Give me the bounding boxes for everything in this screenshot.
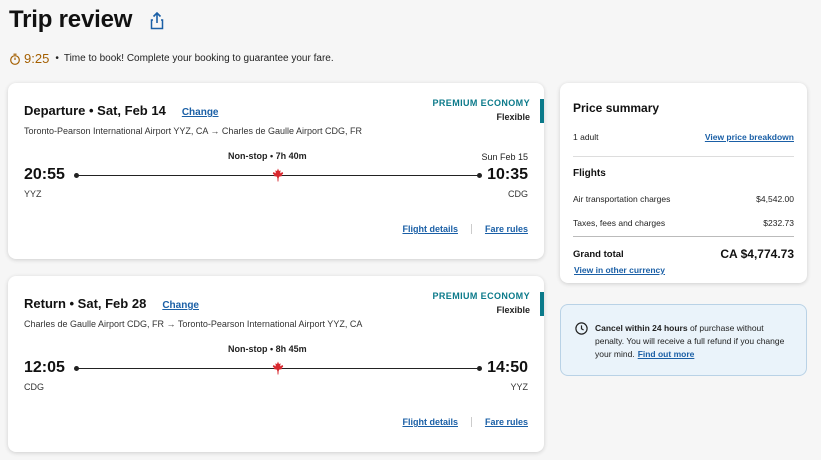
departure-change-link[interactable]: Change	[182, 107, 219, 118]
return-change-link[interactable]: Change	[162, 300, 199, 311]
taxes-label: Taxes, fees and charges	[573, 218, 666, 228]
cancellation-notice: Cancel within 24 hours of purchase witho…	[560, 304, 807, 376]
air-charges-label: Air transportation charges	[573, 194, 671, 204]
passenger-count: 1 adult	[573, 132, 599, 142]
departure-flight-details-link[interactable]: Flight details	[402, 224, 458, 234]
timer-bullet: •	[55, 53, 59, 64]
grand-total-label: Grand total	[573, 249, 624, 260]
cabin-class: PREMIUM ECONOMY	[432, 291, 530, 301]
return-links: Flight details Fare rules	[402, 417, 528, 427]
departure-arr-code: CDG	[508, 189, 528, 199]
return-fare-rules-link[interactable]: Fare rules	[485, 417, 528, 427]
grand-total-value: CA $4,774.73	[720, 247, 794, 261]
passengers-row: 1 adult View price breakdown	[573, 132, 794, 142]
taxes-value: $232.73	[763, 218, 794, 228]
air-charges-row: Air transportation charges $4,542.00	[573, 194, 794, 204]
cabin-class: PREMIUM ECONOMY	[432, 98, 530, 108]
find-out-more-link[interactable]: Find out more	[638, 349, 695, 359]
return-stops-duration: Non-stop • 8h 45m	[228, 344, 307, 354]
return-dep-time: 12:05	[24, 359, 65, 376]
return-arr-time: 14:50	[487, 359, 528, 376]
return-arr-code: YYZ	[510, 382, 528, 392]
taxes-row: Taxes, fees and charges $232.73	[573, 218, 794, 228]
return-flight-details-link[interactable]: Flight details	[402, 417, 458, 427]
departure-title: Departure • Sat, Feb 14	[24, 103, 166, 118]
cancellation-text: Cancel within 24 hours of purchase witho…	[595, 322, 795, 361]
return-route: Charles de Gaulle Airport CDG, FR → Toro…	[24, 319, 363, 329]
departure-links: Flight details Fare rules	[402, 224, 528, 234]
cabin-accent-bar	[540, 292, 544, 316]
maple-leaf-icon	[272, 168, 284, 182]
air-charges-value: $4,542.00	[756, 194, 794, 204]
divider	[573, 156, 794, 157]
cancel-bold-text: Cancel within 24 hours	[595, 323, 688, 333]
departure-route: Toronto-Pearson International Airport YY…	[24, 126, 362, 136]
departure-flight-card: Departure • Sat, Feb 14 Change Toronto-P…	[8, 83, 544, 259]
page-title: Trip review	[9, 6, 133, 33]
departure-arr-time: 10:35	[487, 166, 528, 183]
timeline-end-dot	[477, 173, 482, 178]
fare-type: Flexible	[496, 112, 530, 122]
timer-message: Time to book! Complete your booking to g…	[63, 53, 334, 64]
view-other-currency-link[interactable]: View in other currency	[574, 265, 665, 275]
divider	[573, 236, 794, 237]
return-dep-code: CDG	[24, 382, 44, 392]
return-flight-card: Return • Sat, Feb 28 Change Charles de G…	[8, 276, 544, 452]
maple-leaf-icon	[272, 361, 284, 375]
booking-timer: 9:25 • Time to book! Complete your booki…	[9, 51, 334, 66]
timeline-end-dot	[477, 366, 482, 371]
return-title: Return • Sat, Feb 28	[24, 296, 147, 311]
fare-type: Flexible	[496, 305, 530, 315]
price-summary-title: Price summary	[573, 101, 660, 115]
departure-cabin: PREMIUM ECONOMY Flexible	[432, 98, 530, 122]
departure-arrival-date: Sun Feb 15	[481, 152, 528, 162]
timeline-start-dot	[74, 173, 79, 178]
departure-dep-time: 20:55	[24, 166, 65, 183]
view-price-breakdown-link[interactable]: View price breakdown	[705, 132, 794, 142]
stopwatch-icon	[10, 53, 20, 65]
departure-fare-rules-link[interactable]: Fare rules	[485, 224, 528, 234]
departure-stops-duration: Non-stop • 7h 40m	[228, 151, 307, 161]
departure-dep-code: YYZ	[24, 189, 42, 199]
price-summary-card: Price summary 1 adult View price breakdo…	[560, 83, 807, 283]
cabin-accent-bar	[540, 99, 544, 123]
divider	[470, 417, 472, 427]
timer-value: 9:25	[24, 51, 50, 66]
return-cabin: PREMIUM ECONOMY Flexible	[432, 291, 530, 315]
share-icon[interactable]	[149, 12, 165, 30]
flights-heading: Flights	[573, 168, 606, 179]
divider	[470, 224, 472, 234]
timeline-start-dot	[74, 366, 79, 371]
clock-icon	[575, 322, 588, 335]
